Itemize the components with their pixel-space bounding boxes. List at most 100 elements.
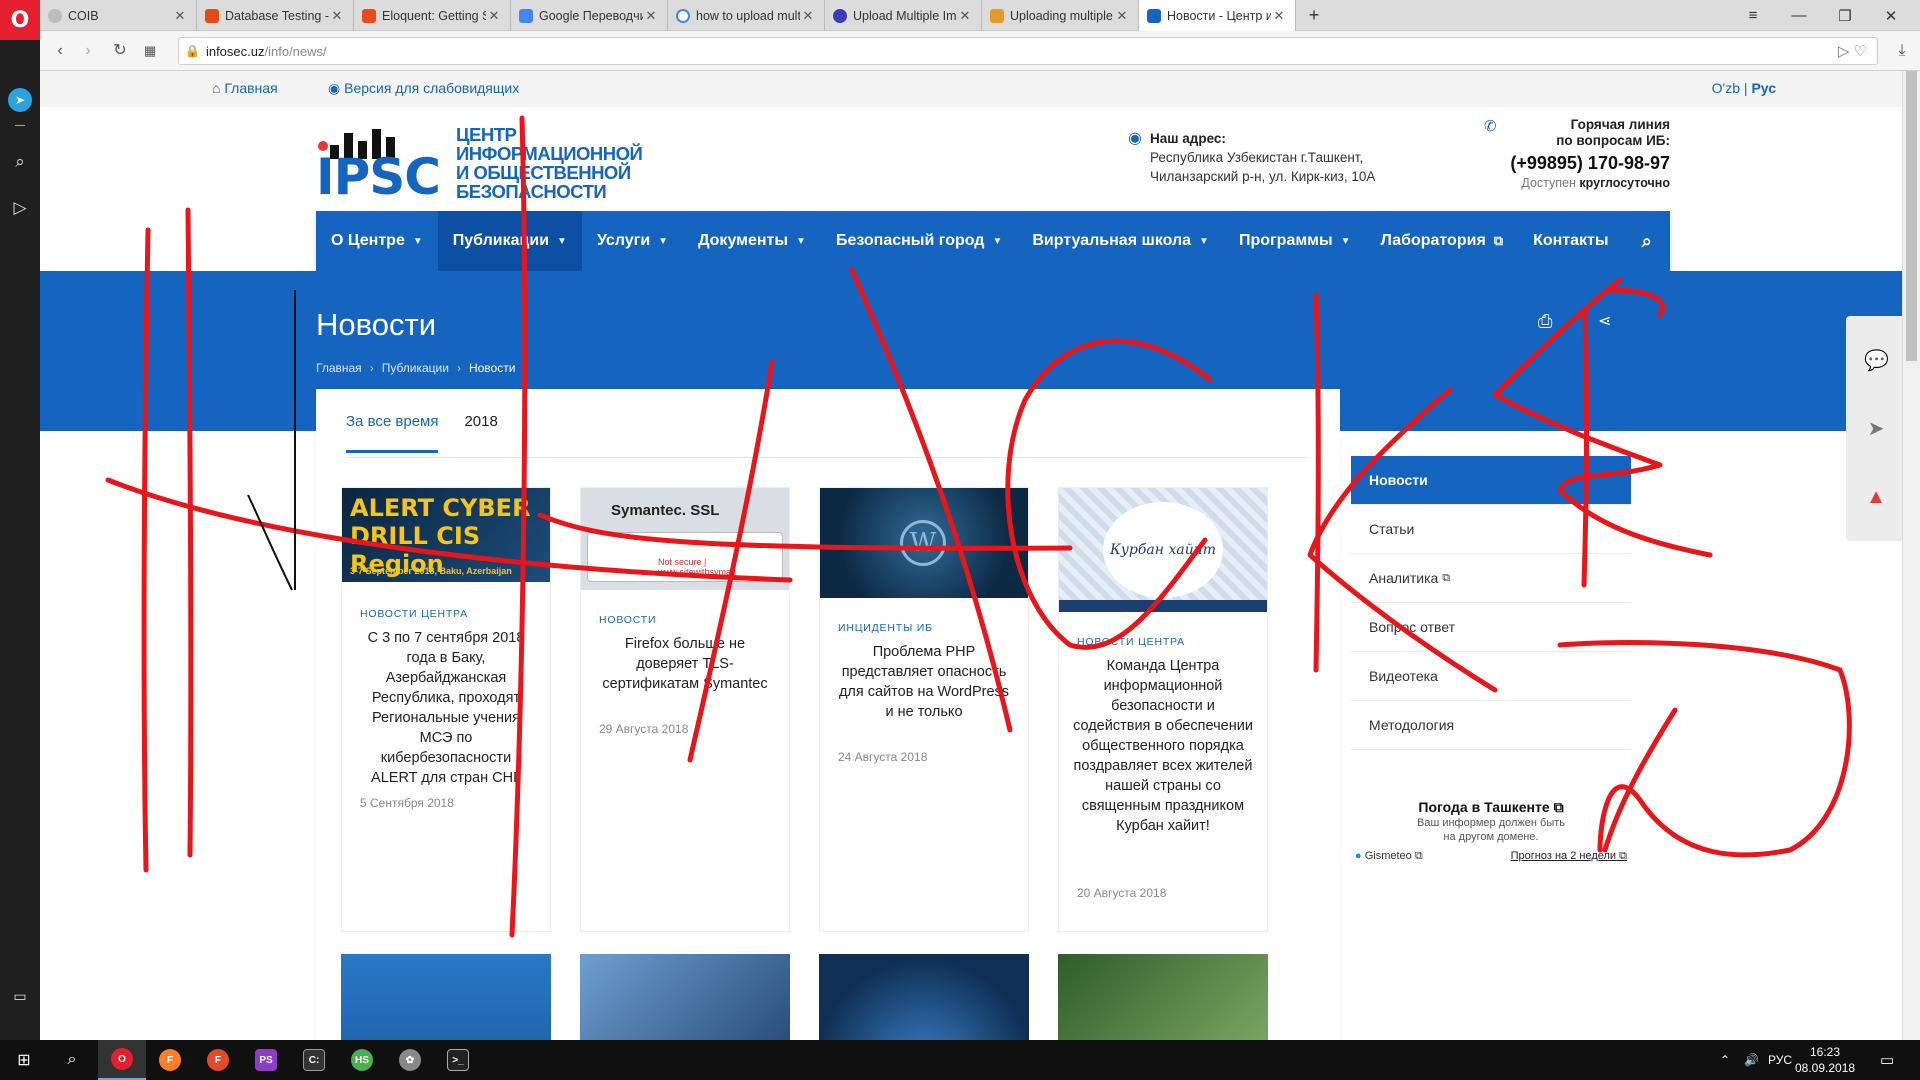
sidebar-item-analytics[interactable]: Аналитика ⧉	[1351, 554, 1631, 603]
news-title[interactable]: Проблема PHP представляет опасность для …	[834, 642, 1014, 722]
browser-tab[interactable]: COIB ✕	[40, 0, 197, 31]
windows-start-icon[interactable]: ⊞	[0, 1040, 48, 1080]
news-category[interactable]: ИНЦИДЕНТЫ ИБ	[838, 622, 933, 634]
nav-item-publications[interactable]: Публикации ▼	[437, 211, 582, 271]
news-thumbnail[interactable]	[1058, 954, 1268, 1040]
scrollbar-thumb[interactable]	[1906, 71, 1917, 361]
telegram-icon[interactable]: ➤	[8, 88, 32, 112]
low-vision-link[interactable]: ◉ Версия для слабовидящих	[328, 80, 519, 97]
sidebar-item-faq[interactable]: Вопрос ответ	[1351, 603, 1631, 652]
taskbar-firefox-icon[interactable]: F	[146, 1040, 194, 1080]
close-icon[interactable]: ✕	[172, 8, 188, 24]
browser-tab[interactable]: how to upload multiple file ✕	[668, 0, 825, 31]
close-icon[interactable]: ✕	[643, 8, 659, 24]
weather-title[interactable]: Погода в Ташкенте ⧉	[1351, 799, 1631, 816]
close-icon[interactable]: ✕	[1114, 8, 1130, 24]
sidebar-item-articles[interactable]: Статьи	[1351, 505, 1631, 554]
news-title[interactable]: Firefox больше не доверяет TLS-сертифика…	[595, 634, 775, 694]
lang-ru-link[interactable]: Рус	[1751, 80, 1776, 96]
browser-tab[interactable]: Uploading multiple files in ✕	[982, 0, 1139, 31]
lang-uz-link[interactable]: O'zb	[1712, 80, 1740, 96]
news-title[interactable]: Команда Центра информационной безопаснос…	[1073, 656, 1253, 836]
taskbar-app-icon[interactable]: ✿	[386, 1040, 434, 1080]
browser-tab[interactable]: Database Testing - Laravel ✕	[197, 0, 354, 31]
url-input[interactable]: 🔒 infosec.uz /info/news/ ▷ ♡	[178, 37, 1878, 65]
alert-icon[interactable]: ▲	[1864, 486, 1888, 510]
news-card[interactable]: ALERT CYBER DRILL CIS Region 3-7 Septemb…	[341, 487, 551, 932]
forecast-link[interactable]: Прогноз на 2 недели ⧉	[1511, 850, 1627, 863]
gismeteo-link[interactable]: ● Gismeteo ⧉	[1355, 850, 1423, 863]
nav-item-documents[interactable]: Документы ▼	[683, 211, 821, 271]
minimize-icon[interactable]: —	[1776, 0, 1822, 31]
share-icon[interactable]: ⋖	[1598, 311, 1611, 331]
site-logo[interactable]: IPSC ЦЕНТР ИНФОРМАЦИОННОЙ И ОБЩЕСТВЕННОЙ…	[316, 123, 646, 202]
restore-icon[interactable]: ❐	[1822, 0, 1868, 31]
nav-item-services[interactable]: Услуги ▼	[582, 211, 683, 271]
notifications-icon[interactable]: ▭	[1880, 1040, 1894, 1080]
news-card[interactable]: Курбан хайит НОВОСТИ ЦЕНТРА Команда Цент…	[1058, 487, 1268, 932]
news-title[interactable]: С 3 по 7 сентября 2018 года в Баку, Азер…	[356, 628, 536, 788]
news-category[interactable]: НОВОСТИ	[599, 614, 656, 626]
print-icon[interactable]: ⎙	[1538, 311, 1552, 332]
close-icon[interactable]: ✕	[329, 8, 345, 24]
volume-icon[interactable]: 🔊	[1744, 1040, 1759, 1080]
speed-dial-icon[interactable]: ▦	[140, 41, 160, 61]
page-scrollbar[interactable]	[1902, 71, 1920, 1040]
tab-menu-icon[interactable]: ≡	[1730, 0, 1776, 31]
news-category[interactable]: НОВОСТИ ЦЕНТРА	[1077, 636, 1185, 648]
search-icon[interactable]: ⌕	[1624, 211, 1670, 271]
news-thumbnail[interactable]: W	[820, 488, 1028, 598]
close-icon[interactable]: ✕	[486, 8, 502, 24]
nav-item-virtual-school[interactable]: Виртуальная школа ▼	[1017, 211, 1224, 271]
sidebar-item-news[interactable]: Новости	[1351, 456, 1631, 505]
back-icon[interactable]: ‹	[50, 41, 70, 61]
nav-item-contacts[interactable]: Контакты	[1518, 211, 1623, 271]
news-card[interactable]: Symantec. SSL Not secure | www.sitewiths…	[580, 487, 790, 932]
nav-item-programs[interactable]: Программы ▼	[1224, 211, 1366, 271]
tray-chevron-icon[interactable]: ⌃	[1720, 1040, 1730, 1080]
send-icon[interactable]: ➤	[1864, 416, 1888, 440]
taskbar-cmd-icon[interactable]: C:	[290, 1040, 338, 1080]
sidebar-item-methodology[interactable]: Методология	[1351, 701, 1631, 750]
opera-logo[interactable]: O	[0, 0, 40, 40]
taskbar-opera-icon[interactable]: O	[98, 1040, 146, 1080]
new-tab-button[interactable]: +	[1296, 0, 1332, 31]
taskbar-phpstorm-icon[interactable]: PS	[242, 1040, 290, 1080]
news-thumbnail[interactable]: Symantec. SSL Not secure | www.sitewiths…	[581, 488, 789, 590]
filter-all-time[interactable]: За все время	[346, 413, 439, 453]
chat-icon[interactable]: 💬	[1864, 348, 1889, 372]
close-icon[interactable]: ✕	[1271, 8, 1287, 24]
close-icon[interactable]: ✕	[957, 8, 973, 24]
news-thumbnail[interactable]	[819, 954, 1029, 1040]
close-window-icon[interactable]: ✕	[1868, 0, 1914, 31]
keyboard-language[interactable]: РУС	[1768, 1040, 1792, 1080]
browser-tab[interactable]: Google Переводчик ✕	[511, 0, 668, 31]
news-thumbnail[interactable]: Курбан хайит	[1059, 488, 1267, 612]
download-icon[interactable]: ⤓	[1892, 41, 1912, 61]
sidebar-toggle-icon[interactable]: ▭	[8, 984, 32, 1008]
taskbar-firefox-dev-icon[interactable]: F	[194, 1040, 242, 1080]
sidebar-item-video[interactable]: Видеотека	[1351, 652, 1631, 701]
taskbar-terminal-icon[interactable]: >_	[434, 1040, 482, 1080]
hotline-phone[interactable]: (+99895) 170-98-97	[1430, 153, 1670, 174]
breadcrumb-home[interactable]: Главная	[316, 361, 362, 375]
taskbar-heidisql-icon[interactable]: HS	[338, 1040, 386, 1080]
news-card[interactable]: W ИНЦИДЕНТЫ ИБ Проблема PHP представляет…	[819, 487, 1029, 932]
news-thumbnail[interactable]	[341, 954, 551, 1040]
flow-icon[interactable]: ▷	[8, 196, 32, 220]
bookmark-heart-icon[interactable]: ▷ ♡	[1838, 42, 1867, 60]
forward-icon[interactable]: ›	[78, 41, 98, 61]
news-category[interactable]: НОВОСТИ ЦЕНТРА	[360, 608, 468, 620]
nav-item-laboratory[interactable]: Лаборатория ⧉	[1366, 211, 1519, 271]
browser-tab[interactable]: Upload Multiple Images a ✕	[825, 0, 982, 31]
nav-item-about[interactable]: О Центре ▼	[316, 211, 438, 271]
browser-tab[interactable]: Eloquent: Getting Started ✕	[354, 0, 511, 31]
filter-2018[interactable]: 2018	[464, 413, 497, 453]
reload-icon[interactable]: ↻	[110, 41, 130, 61]
system-clock[interactable]: 16:23 08.09.2018	[1795, 1044, 1855, 1076]
search-icon[interactable]: ⌕	[48, 1040, 96, 1080]
browser-tab-active[interactable]: Новости - Центр информ ✕	[1139, 0, 1296, 31]
news-thumbnail[interactable]	[580, 954, 790, 1040]
news-thumbnail[interactable]: ALERT CYBER DRILL CIS Region 3-7 Septemb…	[342, 488, 550, 582]
search-icon[interactable]: ⌕	[8, 150, 32, 174]
